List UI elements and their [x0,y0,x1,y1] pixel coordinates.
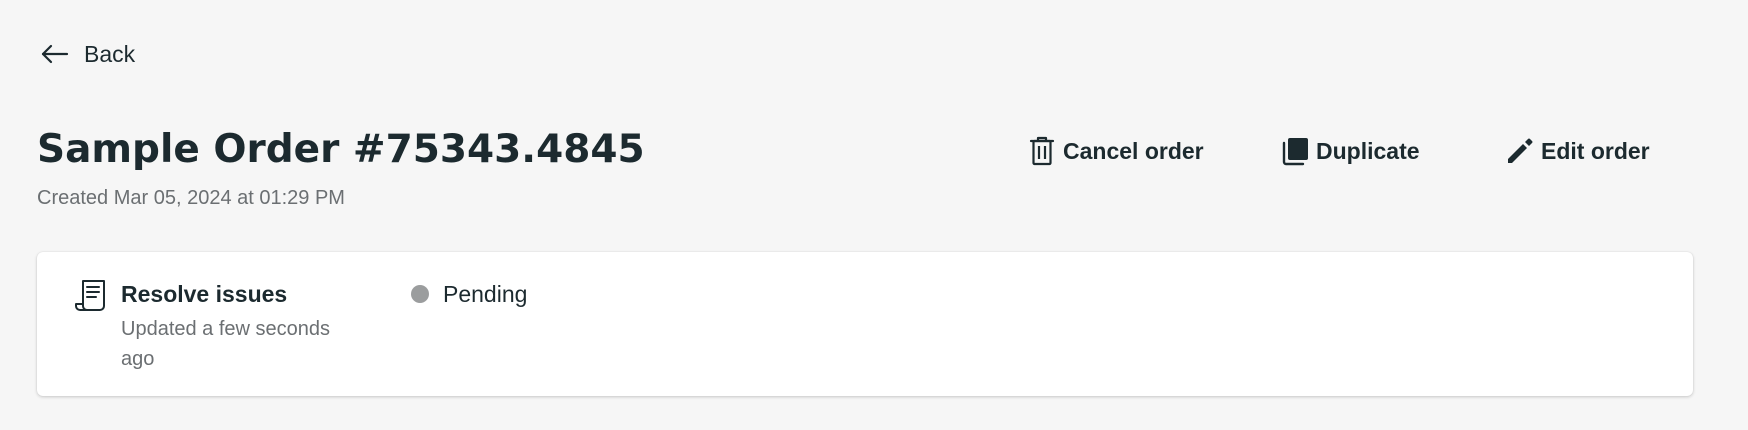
arrow-left-icon [40,39,70,69]
back-label: Back [84,41,136,67]
duplicate-label: Duplicate [1316,137,1420,164]
back-link[interactable]: Back [40,38,135,70]
copy-icon [1280,136,1310,166]
status-badge: Pending [411,278,527,310]
receipt-icon [75,278,107,312]
status-dot [411,285,429,303]
status-label: Pending [443,281,528,307]
created-timestamp: Created Mar 05, 2024 at 01:29 PM [37,187,345,209]
status-card: Resolve issues Updated a few seconds ago… [37,252,1693,396]
edit-order-label: Edit order [1541,137,1650,164]
cancel-order-label: Cancel order [1063,137,1204,164]
cancel-order-button[interactable]: Cancel order [1027,132,1204,170]
issue-updated-time: Updated a few seconds ago [121,318,331,370]
edit-order-button[interactable]: Edit order [1505,132,1650,170]
trash-icon [1027,136,1057,166]
duplicate-button[interactable]: Duplicate [1280,132,1420,170]
page-title: Sample Order #75343.4845 [37,127,645,172]
pencil-icon [1505,136,1535,166]
issue-title: Resolve issues [121,281,288,307]
